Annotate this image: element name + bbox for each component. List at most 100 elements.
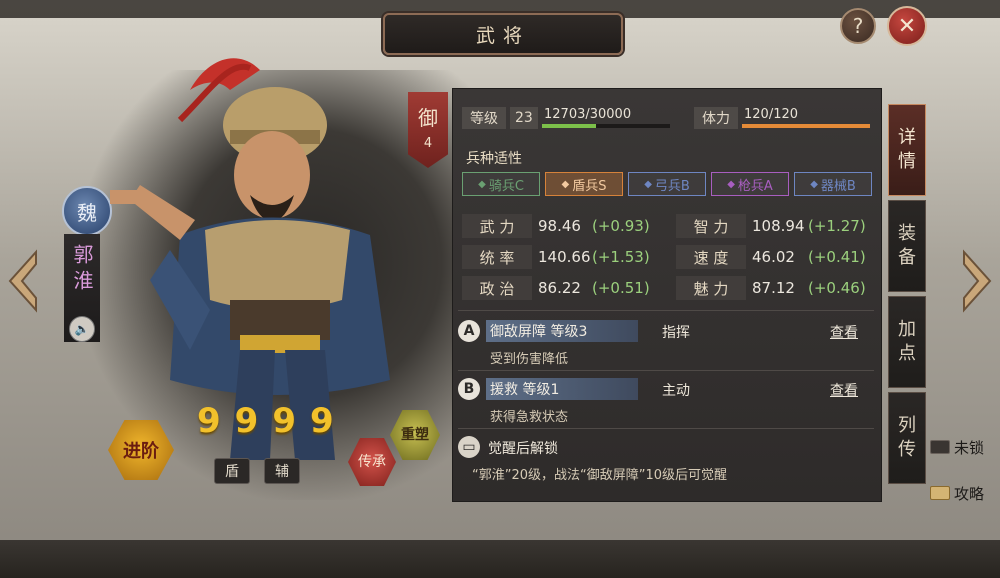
tab-char: 点: [898, 343, 916, 364]
role-tag-shield: 盾: [214, 458, 250, 484]
attr-bonus: (+0.41): [808, 248, 866, 266]
attr-label: 魅 力: [676, 276, 746, 300]
troop-chip: ◆ 器械B: [794, 172, 872, 196]
tab-char: 详: [898, 127, 916, 148]
skill-description: 受到伤害降低: [490, 352, 569, 367]
skill-name[interactable]: 援救 等级1: [486, 378, 638, 400]
attr-label: 政 治: [462, 276, 532, 300]
inherit-label: 传承: [358, 454, 386, 470]
skill-type: 指挥: [662, 325, 690, 341]
side-link-label: 未锁: [954, 438, 985, 457]
stamina-label: 体力: [694, 107, 738, 129]
spear-icon: ◆: [727, 178, 735, 190]
troop-chip: ◆ 盾兵S: [545, 172, 623, 196]
horse-icon: ◆: [478, 178, 486, 190]
next-general-arrow-icon[interactable]: [958, 248, 994, 314]
bow-icon: ◆: [644, 178, 652, 190]
star-rating: 9 9 9 9: [197, 404, 334, 438]
attr-value: 86.22: [538, 279, 581, 297]
skill-description: 获得急救状态: [490, 410, 569, 425]
close-button[interactable]: ✕: [887, 6, 927, 46]
divider: [458, 370, 874, 371]
divider: [458, 428, 874, 429]
siege-icon: ◆: [810, 178, 818, 190]
tab-char: 情: [898, 151, 916, 172]
skill-slot-letter: B: [458, 378, 480, 400]
tab-points[interactable]: 加点: [888, 296, 926, 388]
skill-name[interactable]: 御敌屏障 等级3: [486, 320, 638, 342]
side-link-guide[interactable]: 攻略: [930, 482, 984, 504]
star-icon: 9: [272, 401, 297, 441]
awaken-row: ▭ 觉醒后解锁 “郭淮”20级，战法“御敌屏障”10级后可觉醒: [458, 434, 874, 490]
level-label: 等级: [462, 107, 506, 129]
attr-bonus: (+0.51): [592, 279, 650, 297]
prev-general-arrow-icon[interactable]: [6, 248, 42, 314]
skill-slot-letter: A: [458, 320, 480, 342]
attr-value: 98.46: [538, 217, 581, 235]
skill-type: 主动: [662, 383, 690, 399]
attr-bonus: (+0.46): [808, 279, 866, 297]
general-name-text: 郭淮: [70, 244, 94, 296]
tab-details[interactable]: 详情: [888, 104, 926, 196]
lock-icon: ▭: [458, 436, 480, 458]
tab-biography[interactable]: 列传: [888, 392, 926, 484]
troop-label: 骑兵C: [488, 178, 524, 194]
attr-value: 46.02: [752, 248, 795, 266]
rank-number: 4: [423, 136, 433, 151]
attr-label: 统 率: [462, 245, 532, 269]
tab-char: 备: [898, 247, 916, 268]
skill-view-link[interactable]: 查看: [830, 322, 858, 342]
attr-value: 140.66: [538, 248, 591, 266]
attr-label: 智 力: [676, 214, 746, 238]
stamina-bar: [742, 124, 870, 128]
exp-value: 12703/30000: [544, 107, 632, 122]
exp-bar: [542, 124, 670, 128]
troop-chip: ◆ 骑兵C: [462, 172, 540, 196]
troop-label: 枪兵A: [737, 178, 773, 194]
attr-value: 108.94: [752, 217, 805, 235]
rank-tag: 御 4: [408, 92, 448, 168]
side-link-lock[interactable]: 未锁: [930, 436, 984, 458]
troop-label: 器械B: [820, 178, 856, 194]
troop-label: 盾兵S: [572, 178, 607, 194]
general-name: 郭淮: [64, 244, 100, 304]
level-value: 23: [510, 107, 538, 129]
attr-bonus: (+1.53): [592, 248, 650, 266]
faction-badge: 魏: [62, 186, 112, 236]
awaken-description: “郭淮”20级，战法“御敌屏障”10级后可觉醒: [472, 468, 728, 483]
star-icon: 9: [234, 401, 259, 441]
tab-equipment[interactable]: 装备: [888, 200, 926, 292]
tab-char: 装: [898, 223, 916, 244]
reshape-label: 重塑: [401, 427, 429, 443]
attr-bonus: (+0.93): [592, 217, 650, 235]
exp-bar-fill: [542, 124, 597, 128]
bottom-bar: [0, 540, 1000, 578]
skill-row-b: B 援救 等级1 主动 查看 获得急救状态: [458, 376, 874, 432]
skill-row-a: A 御敌屏障 等级3 指挥 查看 受到伤害降低: [458, 318, 874, 374]
awaken-title: 觉醒后解锁: [488, 441, 558, 457]
help-button[interactable]: ?: [840, 8, 876, 44]
star-icon: 9: [197, 401, 221, 441]
divider: [458, 310, 874, 311]
side-link-label: 攻略: [954, 484, 985, 503]
voice-speaker-icon[interactable]: 🔈: [69, 316, 95, 342]
troop-label: 弓兵B: [654, 178, 690, 194]
window-title: 武将: [475, 24, 530, 47]
stamina-value: 120/120: [744, 107, 799, 122]
troop-chip: ◆ 弓兵B: [628, 172, 706, 196]
troop-aptitude-title: 兵种适性: [466, 151, 522, 167]
attr-label: 武 力: [462, 214, 532, 238]
tab-char: 传: [898, 439, 916, 460]
tab-char: 加: [898, 319, 916, 340]
attr-bonus: (+1.27): [808, 217, 866, 235]
lock-icon: [930, 440, 950, 454]
role-tag-support: 辅: [264, 458, 300, 484]
stamina-bar-fill: [742, 124, 870, 128]
rank-char: 御: [418, 106, 438, 130]
tab-char: 列: [898, 415, 916, 436]
attr-label: 速 度: [676, 245, 746, 269]
skill-view-link[interactable]: 查看: [830, 380, 858, 400]
troop-chip: ◆ 枪兵A: [711, 172, 789, 196]
attr-value: 87.12: [752, 279, 795, 297]
scroll-icon: [930, 486, 950, 500]
